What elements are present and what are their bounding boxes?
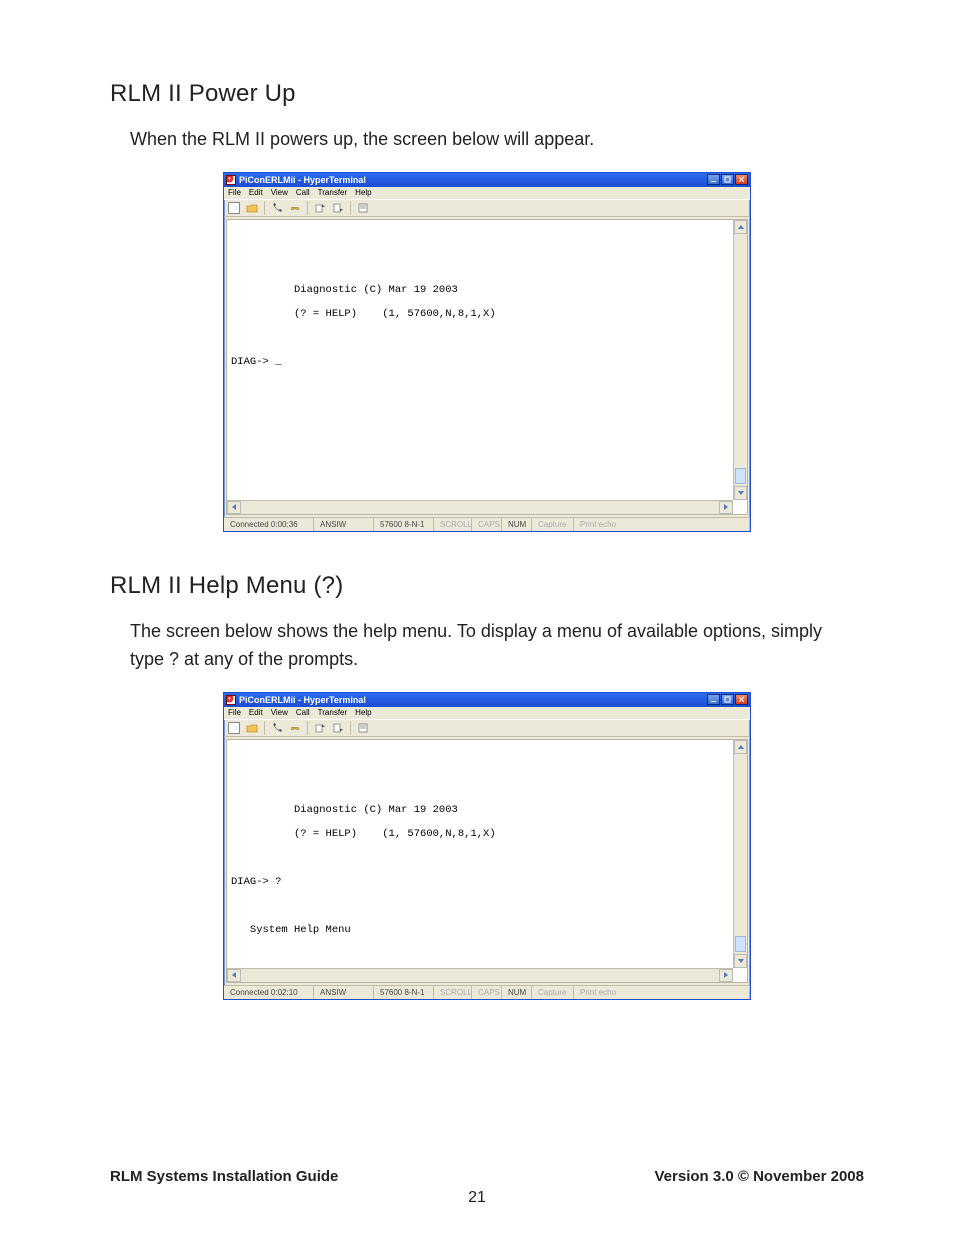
titlebar[interactable]: PiConERLMii - HyperTerminal <box>224 173 750 187</box>
maximize-button[interactable] <box>721 174 734 185</box>
footer-right: Version 3.0 © November 2008 <box>655 1168 865 1185</box>
scroll-right-icon[interactable] <box>719 501 733 514</box>
status-num: NUM <box>502 518 532 531</box>
status-emulation: ANSIW <box>314 986 374 999</box>
status-scroll: SCROLL <box>434 518 472 531</box>
window-title: PiConERLMii - HyperTerminal <box>239 695 366 705</box>
scroll-left-icon[interactable] <box>227 501 241 514</box>
status-emulation: ANSIW <box>314 518 374 531</box>
heading-help: RLM II Help Menu (?) <box>110 572 864 600</box>
page-number: 21 <box>0 1189 954 1207</box>
horizontal-scrollbar[interactable] <box>227 968 733 982</box>
footer-left: RLM Systems Installation Guide <box>110 1168 338 1185</box>
status-baud: 57600 8-N-1 <box>374 518 434 531</box>
hyperterminal-window-1: PiConERLMii - HyperTerminal File Edit Vi… <box>223 172 751 532</box>
call-icon[interactable] <box>271 202 283 214</box>
statusbar: Connected 0:00:36 ANSIW 57600 8-N-1 SCRO… <box>224 517 750 531</box>
statusbar: Connected 0:02:10 ANSIW 57600 8-N-1 SCRO… <box>224 985 750 999</box>
scroll-up-icon[interactable] <box>734 740 747 754</box>
send-icon[interactable] <box>314 202 326 214</box>
separator-icon <box>307 721 308 735</box>
menu-file[interactable]: File <box>228 708 241 717</box>
minimize-button[interactable] <box>707 174 720 185</box>
separator-icon <box>350 721 351 735</box>
status-caps: CAPS <box>472 986 502 999</box>
disconnect-icon[interactable] <box>289 722 301 734</box>
status-echo: Print echo <box>574 986 750 999</box>
status-connected: Connected 0:00:36 <box>224 518 314 531</box>
paragraph-powerup: When the RLM II powers up, the screen be… <box>130 126 844 154</box>
send-icon[interactable] <box>314 722 326 734</box>
menubar: File Edit View Call Transfer Help <box>224 187 750 199</box>
scroll-down-icon[interactable] <box>734 954 747 968</box>
properties-icon[interactable] <box>357 202 369 214</box>
terminal-output[interactable]: Diagnostic (C) Mar 19 2003 (? = HELP) (1… <box>227 220 747 500</box>
menu-view[interactable]: View <box>271 708 288 717</box>
scroll-down-icon[interactable] <box>734 486 747 500</box>
vertical-scrollbar[interactable] <box>733 220 747 500</box>
properties-icon[interactable] <box>357 722 369 734</box>
separator-icon <box>264 721 265 735</box>
scroll-left-icon[interactable] <box>227 969 241 982</box>
terminal-area: Diagnostic (C) Mar 19 2003 (? = HELP) (1… <box>226 739 748 983</box>
heading-powerup: RLM II Power Up <box>110 80 864 108</box>
menu-transfer[interactable]: Transfer <box>318 188 348 197</box>
status-caps: CAPS <box>472 518 502 531</box>
scroll-right-icon[interactable] <box>719 969 733 982</box>
titlebar[interactable]: PiConERLMii - HyperTerminal <box>224 693 750 707</box>
hyperterminal-window-2: PiConERLMii - HyperTerminal File Edit Vi… <box>223 692 751 1000</box>
menu-call[interactable]: Call <box>296 708 310 717</box>
close-button[interactable] <box>735 694 748 705</box>
menu-edit[interactable]: Edit <box>249 708 263 717</box>
status-capture: Capture <box>532 986 574 999</box>
status-baud: 57600 8-N-1 <box>374 986 434 999</box>
paragraph-help: The screen below shows the help menu. To… <box>130 618 844 674</box>
vertical-scrollbar[interactable] <box>733 740 747 968</box>
status-num: NUM <box>502 986 532 999</box>
scroll-up-icon[interactable] <box>734 220 747 234</box>
terminal-area: Diagnostic (C) Mar 19 2003 (? = HELP) (1… <box>226 219 748 515</box>
menubar: File Edit View Call Transfer Help <box>224 707 750 719</box>
menu-help[interactable]: Help <box>355 708 371 717</box>
open-icon[interactable] <box>246 202 258 214</box>
app-icon <box>226 175 236 185</box>
menu-edit[interactable]: Edit <box>249 188 263 197</box>
close-button[interactable] <box>735 174 748 185</box>
window-title: PiConERLMii - HyperTerminal <box>239 175 366 185</box>
menu-view[interactable]: View <box>271 188 288 197</box>
receive-icon[interactable] <box>332 722 344 734</box>
separator-icon <box>350 201 351 215</box>
call-icon[interactable] <box>271 722 283 734</box>
separator-icon <box>307 201 308 215</box>
horizontal-scrollbar[interactable] <box>227 500 733 514</box>
app-icon <box>226 695 236 705</box>
status-echo: Print echo <box>574 518 750 531</box>
disconnect-icon[interactable] <box>289 202 301 214</box>
toolbar <box>224 719 750 737</box>
minimize-button[interactable] <box>707 694 720 705</box>
new-icon[interactable] <box>228 722 240 734</box>
toolbar <box>224 199 750 217</box>
status-scroll: SCROLL <box>434 986 472 999</box>
terminal-output[interactable]: Diagnostic (C) Mar 19 2003 (? = HELP) (1… <box>227 740 747 968</box>
menu-help[interactable]: Help <box>355 188 371 197</box>
separator-icon <box>264 201 265 215</box>
status-capture: Capture <box>532 518 574 531</box>
status-connected: Connected 0:02:10 <box>224 986 314 999</box>
open-icon[interactable] <box>246 722 258 734</box>
menu-call[interactable]: Call <box>296 188 310 197</box>
menu-transfer[interactable]: Transfer <box>318 708 348 717</box>
maximize-button[interactable] <box>721 694 734 705</box>
new-icon[interactable] <box>228 202 240 214</box>
menu-file[interactable]: File <box>228 188 241 197</box>
receive-icon[interactable] <box>332 202 344 214</box>
